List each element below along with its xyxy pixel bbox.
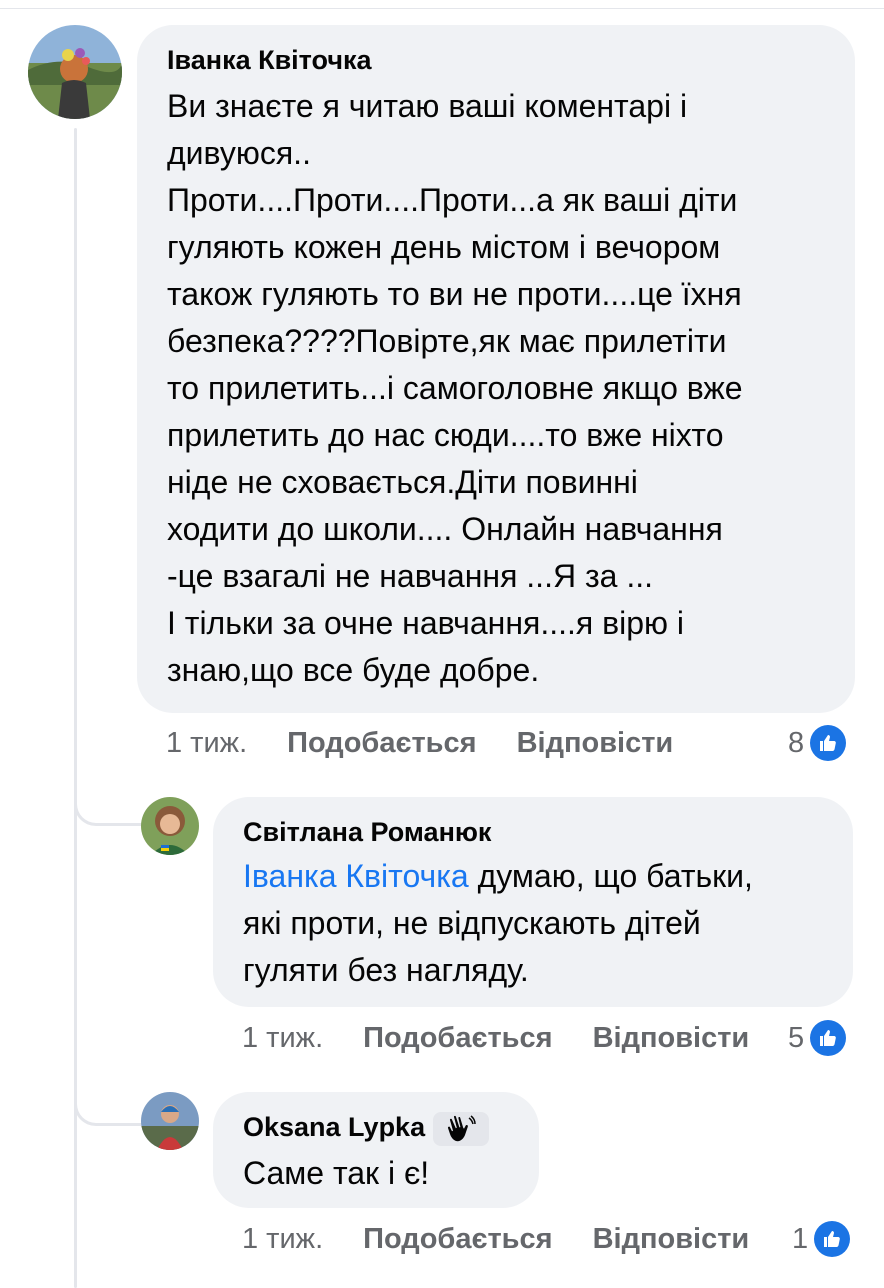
comment-time[interactable]: 1 тиж.: [166, 727, 247, 760]
comment-actions: 1 тиж. Подобається Відповісти: [242, 1018, 749, 1058]
comment-actions: 1 тиж. Подобається Відповісти: [242, 1219, 749, 1259]
thread-connector: [74, 795, 147, 826]
comment-author[interactable]: Світлана Романюк: [243, 815, 823, 849]
reply-button[interactable]: Відповісти: [593, 1223, 750, 1256]
thumbs-up-icon: [810, 1020, 847, 1056]
avatar[interactable]: [141, 1092, 199, 1150]
mention-link[interactable]: Іванка Квіточка: [243, 858, 469, 894]
like-button[interactable]: Подобається: [363, 1223, 552, 1256]
comment-text: Ви знаєте я читаю ваші коментарі і дивую…: [167, 88, 743, 688]
comment-author[interactable]: Іванка Квіточка: [167, 43, 825, 77]
comment-time[interactable]: 1 тиж.: [242, 1022, 323, 1055]
reaction-number: 8: [788, 726, 805, 759]
avatar[interactable]: [141, 797, 199, 855]
reaction-number: 5: [788, 1021, 805, 1054]
thumbs-up-icon: [810, 725, 847, 761]
comment-text: Саме так і є!: [243, 1154, 430, 1191]
comment-bubble: Іванка Квіточка Ви знаєте я читаю ваші к…: [137, 25, 855, 713]
comment-bubble: Oksana Lypka Саме так і є!: [213, 1092, 539, 1208]
reaction-count[interactable]: 1: [792, 1219, 851, 1259]
like-button[interactable]: Подобається: [363, 1022, 552, 1055]
waving-hand-icon[interactable]: [433, 1111, 490, 1146]
comment-text-line: думаю, що батьки,: [468, 858, 753, 894]
avatar[interactable]: [28, 25, 122, 119]
thread-connector: [74, 1095, 147, 1126]
reaction-count[interactable]: 5: [788, 1018, 847, 1058]
comment-text-rest: які проти, не відпускають дітей гуляти б…: [243, 905, 701, 988]
top-divider: [0, 8, 884, 9]
comment-actions: 1 тиж. Подобається Відповісти: [166, 723, 673, 763]
reply-button[interactable]: Відповісти: [517, 727, 674, 760]
comment-text: Іванка Квіточка думаю, що батьки, які пр…: [243, 853, 823, 994]
reaction-count[interactable]: 8: [788, 723, 847, 763]
reaction-number: 1: [792, 1222, 809, 1255]
thumbs-up-icon: [814, 1221, 851, 1257]
comment-time[interactable]: 1 тиж.: [242, 1223, 323, 1256]
comment-author-row: Oksana Lypka: [243, 1110, 509, 1146]
like-button[interactable]: Подобається: [287, 727, 476, 760]
comment-bubble: Світлана Романюк Іванка Квіточка думаю, …: [213, 797, 853, 1007]
reply-button[interactable]: Відповісти: [593, 1022, 750, 1055]
comment-author[interactable]: Oksana Lypka: [243, 1112, 425, 1142]
